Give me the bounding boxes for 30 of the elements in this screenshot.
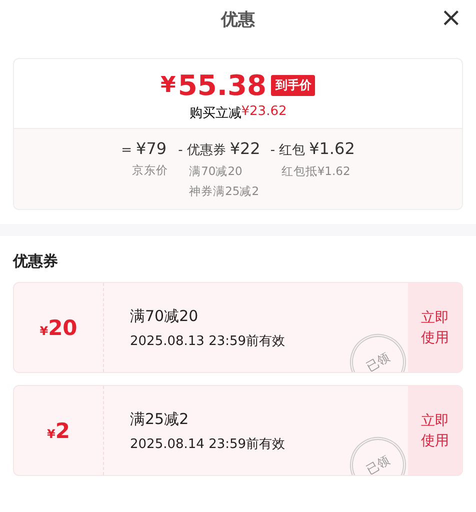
coupon-validity: 2025.08.13 23:59前有效: [130, 333, 286, 350]
price-item-note: 红包抵¥1.62: [281, 164, 352, 179]
currency-symbol: ¥: [160, 73, 176, 98]
price-item-amount: ¥79: [136, 139, 167, 158]
operator-sign: -: [178, 143, 183, 158]
coupon-value: 2: [55, 418, 70, 442]
price-item-amount: ¥22: [230, 139, 260, 158]
price-item-amount: ¥1.62: [309, 139, 355, 158]
price-item-label: 优惠券: [186, 142, 226, 159]
saving-amount: ¥23.62: [241, 104, 287, 121]
coupon-condition: 满25减2: [130, 410, 190, 429]
coupon-value: 20: [48, 316, 78, 340]
coupon-condition: 满70减20: [130, 307, 200, 326]
final-price-badge: 到手价: [271, 75, 316, 96]
use-now-button[interactable]: 立即使用: [408, 283, 462, 372]
section-heading: 优惠券: [13, 252, 59, 271]
close-button[interactable]: ×: [436, 3, 466, 33]
price-item-note: 神券满25减2: [189, 184, 260, 199]
operator-sign: -: [270, 143, 276, 158]
operator-sign: =: [121, 143, 132, 158]
currency-symbol: ¥: [40, 324, 48, 338]
coupon-validity: 2025.08.14 23:59前有效: [130, 436, 286, 453]
currency-symbol: ¥: [47, 426, 56, 440]
dialog-title: 优惠: [221, 8, 255, 30]
price-item-note: 满70减20: [189, 164, 244, 179]
price-item-note: 京东价: [132, 163, 168, 178]
saving-label: 购买立减: [189, 105, 242, 122]
use-now-button[interactable]: 立即使用: [408, 386, 462, 475]
price-item-label: 红包: [279, 142, 306, 159]
final-price: 55.38: [178, 69, 266, 102]
